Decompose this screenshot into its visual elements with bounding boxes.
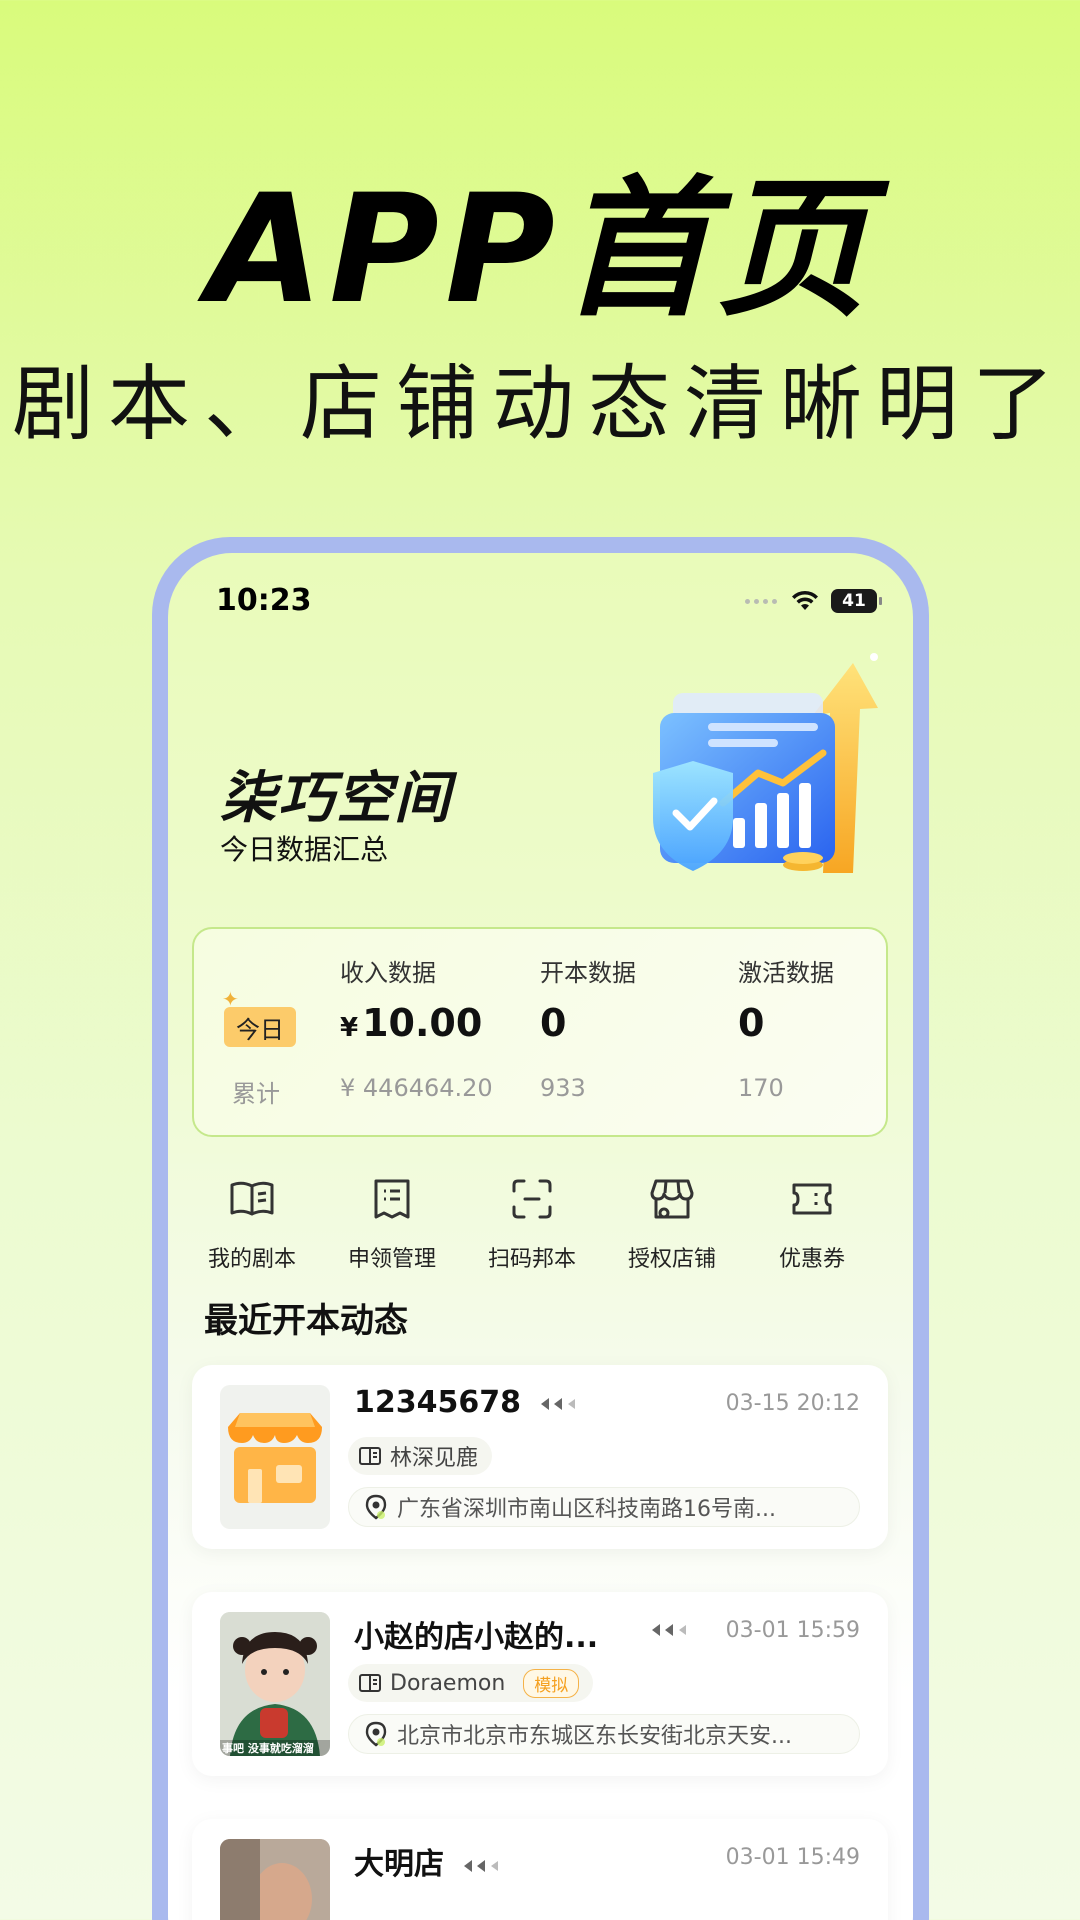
- scan-button[interactable]: 扫码邦本: [462, 1173, 602, 1273]
- income-header: 收入数据: [340, 959, 436, 987]
- feed-item-name: 大明店: [354, 1839, 502, 1883]
- today-badge: 今日: [224, 1007, 296, 1047]
- claim-management-button[interactable]: 申领管理: [322, 1173, 462, 1273]
- shop-thumbnail: [220, 1385, 330, 1529]
- feed-item-name: 小赵的店小赵的...: [354, 1620, 599, 1655]
- sound-wave-icon: [464, 1859, 499, 1872]
- coupons-button[interactable]: 优惠券: [742, 1173, 882, 1273]
- document-list-icon: [374, 1179, 410, 1219]
- quick-actions: 我的剧本 申领管理 扫码邦本 授权店铺 优惠券: [182, 1173, 902, 1273]
- app-screen: 10:23 41 柒巧空间 今日数据汇总 ✦ 今日 累计 收入数据 ¥ 10.0…: [168, 553, 913, 1920]
- script-name: Doraemon: [390, 1670, 506, 1696]
- sessions-today-value: 0: [540, 1001, 567, 1045]
- feed-item[interactable]: 大明店 03-01 15:49: [192, 1819, 888, 1920]
- location-pin-icon: [365, 1494, 387, 1520]
- brand-subtitle: 今日数据汇总: [220, 833, 389, 866]
- today-stats-card: ✦ 今日 累计 收入数据 ¥10.00 ¥ 446464.20 开本数据 0 9…: [192, 927, 888, 1137]
- sessions-header: 开本数据: [540, 959, 636, 987]
- mock-badge: 模拟: [523, 1668, 580, 1698]
- address-text: 广东省深圳市南山区科技南路16号南...: [397, 1497, 776, 1522]
- book-icon: [359, 1674, 381, 1692]
- script-chip: Doraemon 模拟: [348, 1664, 594, 1702]
- activation-header: 激活数据: [738, 959, 834, 987]
- book-icon: [359, 1447, 381, 1465]
- address-chip: 北京市北京市东城区东长安街北京天安...: [348, 1714, 860, 1754]
- photo-caption: 事吧 没事就吃溜溜: [222, 1742, 314, 1755]
- location-pin-icon: [365, 1721, 387, 1747]
- activation-total-value: 170: [738, 1074, 784, 1102]
- address-chip: 广东省深圳市南山区科技南路16号南...: [348, 1487, 860, 1527]
- child-photo-thumbnail: 事吧 没事就吃溜溜: [220, 1612, 330, 1756]
- activation-today-value: 0: [738, 1001, 765, 1045]
- coupons-label: 优惠券: [778, 1247, 845, 1272]
- sound-wave-icon: [541, 1397, 576, 1410]
- scan-label: 扫码邦本: [487, 1247, 576, 1272]
- book-open-icon: [230, 1181, 274, 1216]
- my-scripts-button[interactable]: 我的剧本: [182, 1173, 322, 1273]
- claim-management-label: 申领管理: [347, 1247, 436, 1272]
- phone-frame: 10:23 41 柒巧空间 今日数据汇总 ✦ 今日 累计 收入数据 ¥ 10.0…: [152, 537, 929, 1920]
- cumulative-label: 累计: [232, 1080, 280, 1108]
- feed-item-time: 03-15 20:12: [725, 1391, 860, 1416]
- man-photo-thumbnail: [220, 1839, 330, 1920]
- income-total-value: ¥ 446464.20: [340, 1074, 493, 1102]
- feed-item[interactable]: 12345678 03-15 20:12 林深见鹿 广东省深圳市南山区科技南路1…: [192, 1365, 888, 1549]
- data-growth-illustration: [653, 653, 878, 873]
- wifi-icon: [792, 590, 818, 610]
- status-time: 10:23: [216, 583, 312, 618]
- feed-item-time: 03-01 15:49: [725, 1845, 860, 1870]
- promo-subtitle: 剧本、店铺动态清晰明了: [11, 357, 1068, 452]
- feed-item[interactable]: 事吧 没事就吃溜溜 小赵的店小赵的... 03-01 15:59 Doraemo…: [192, 1592, 888, 1776]
- feed-item-time: 03-01 15:59: [725, 1618, 860, 1643]
- brand-title: 柒巧空间: [220, 766, 452, 831]
- authorized-shops-label: 授权店铺: [627, 1247, 716, 1272]
- script-chip: 林深见鹿: [348, 1437, 493, 1475]
- sessions-total-value: 933: [540, 1074, 586, 1102]
- cellular-signal-icon: [745, 597, 779, 605]
- my-scripts-label: 我的剧本: [207, 1247, 296, 1272]
- sound-wave-icon: [652, 1624, 686, 1636]
- status-icons: 41: [745, 589, 882, 613]
- feed-item-name: 12345678: [354, 1385, 579, 1420]
- income-today-value: ¥10.00: [340, 1001, 483, 1045]
- address-text: 北京市北京市东城区东长安街北京天安...: [397, 1724, 792, 1749]
- shop-icon: [650, 1179, 694, 1219]
- promo-title: APP首页: [207, 163, 873, 337]
- status-bar: 10:23 41: [168, 553, 913, 633]
- scan-icon: [512, 1179, 552, 1219]
- coupon-icon: [792, 1183, 832, 1215]
- battery-icon: 41: [831, 589, 882, 613]
- section-title: 最近开本动态: [204, 1301, 408, 1341]
- authorized-shops-button[interactable]: 授权店铺: [602, 1173, 742, 1273]
- script-name: 林深见鹿: [390, 1446, 479, 1471]
